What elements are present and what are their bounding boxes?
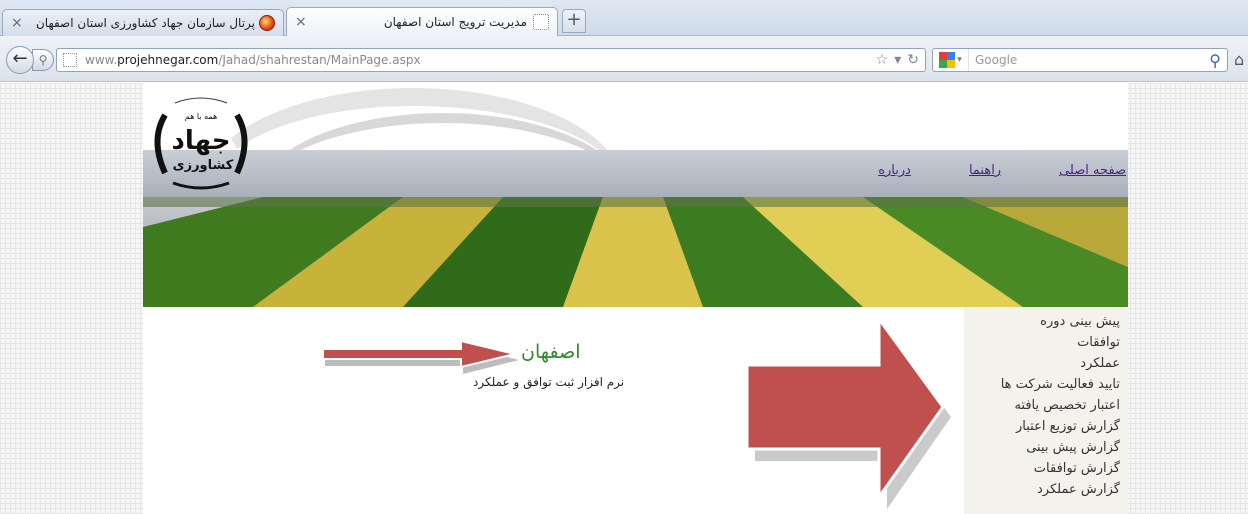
menu-help-link[interactable]: راهنما bbox=[969, 163, 1001, 178]
sidebar-item-allocated-credit[interactable]: اعتبار تخصیص یافته bbox=[964, 395, 1120, 416]
sidebar-item-period-forecast[interactable]: پیش بینی دوره bbox=[964, 311, 1120, 332]
menu-home-link[interactable]: صفحه اصلی bbox=[1059, 163, 1126, 178]
url-actions: ☆ ▾ ↻ bbox=[876, 52, 925, 68]
organization-title: اصفهان bbox=[521, 341, 581, 363]
sidebar-menu: پیش بینی دوره توافقات عملکرد تایید فعالی… bbox=[964, 307, 1128, 514]
arrow-left-icon: ← bbox=[12, 48, 28, 69]
reload-icon[interactable]: ↻ bbox=[907, 52, 919, 68]
close-icon[interactable]: × bbox=[295, 14, 307, 30]
bookmark-star-icon[interactable]: ☆ bbox=[876, 52, 889, 68]
right-arrow-large-icon bbox=[745, 314, 951, 509]
tab-extension-management[interactable]: مدیریت ترویج استان اصفهان × bbox=[286, 7, 558, 36]
portal-favicon-icon bbox=[259, 15, 275, 31]
page-viewport: همه با هم جهاد کشاورزی صفحه اصلی راهنما … bbox=[0, 83, 1248, 514]
url-bar[interactable]: www.projehnegar.com/Jahad/shahrestan/Mai… bbox=[56, 48, 926, 72]
url-path: /Jahad/shahrestan/MainPage.aspx bbox=[218, 53, 421, 67]
sidebar-item-agreements-report[interactable]: گزارش توافقات bbox=[964, 458, 1120, 479]
main-content: اصفهان نرم افزار ثبت توافق و عملکرد پیش … bbox=[143, 307, 1128, 514]
sidebar-item-agreements[interactable]: توافقات bbox=[964, 332, 1120, 353]
software-subtitle: نرم افزار ثبت توافق و عملکرد bbox=[473, 375, 625, 389]
site-identity-icon[interactable] bbox=[63, 53, 77, 67]
close-icon[interactable]: × bbox=[11, 15, 23, 31]
logo-main-text: جهاد bbox=[171, 126, 230, 156]
forward-button[interactable]: ⚲ bbox=[32, 49, 54, 71]
tab-title: پرتال سازمان جهاد کشاورزی استان اصفهان bbox=[35, 16, 255, 30]
sidebar-item-credit-distribution-report[interactable]: گزارش توزیع اعتبار bbox=[964, 416, 1120, 437]
new-tab-button[interactable]: + bbox=[562, 9, 586, 33]
site-container: همه با هم جهاد کشاورزی صفحه اصلی راهنما … bbox=[143, 83, 1128, 514]
back-button[interactable]: ← bbox=[6, 46, 34, 74]
sidebar-item-company-approval[interactable]: تایید فعالیت شرکت ها bbox=[964, 374, 1120, 395]
search-bar[interactable]: ▾ Google ⚲ bbox=[932, 48, 1228, 72]
tab-portal[interactable]: پرتال سازمان جهاد کشاورزی استان اصفهان × bbox=[2, 9, 284, 36]
url-prefix: www. bbox=[85, 53, 118, 67]
tab-bar: پرتال سازمان جهاد کشاورزی استان اصفهان ×… bbox=[0, 0, 1248, 36]
wheat-field-banner bbox=[143, 197, 1128, 307]
navigation-toolbar: ⚲ ← www.projehnegar.com/Jahad/shahrestan… bbox=[0, 36, 1248, 82]
menu-about-link[interactable]: درباره bbox=[878, 163, 911, 178]
sidebar-item-performance[interactable]: عملکرد bbox=[964, 353, 1120, 374]
google-icon bbox=[939, 52, 956, 68]
logo-sub-text: کشاورزی bbox=[173, 158, 234, 173]
url-text: www.projehnegar.com/Jahad/shahrestan/Mai… bbox=[85, 53, 421, 67]
logo-top-text: همه با هم bbox=[185, 112, 217, 121]
magnifier-icon[interactable]: ⚲ bbox=[1209, 51, 1227, 70]
chevron-down-icon: ▾ bbox=[957, 55, 962, 65]
home-icon[interactable]: ⌂ bbox=[1234, 50, 1244, 69]
site-header: همه با هم جهاد کشاورزی صفحه اصلی راهنما … bbox=[143, 83, 1128, 197]
history-dropdown-icon[interactable]: ▾ bbox=[894, 52, 901, 68]
right-arrow-small-icon bbox=[322, 339, 519, 374]
url-domain: projehnegar.com bbox=[117, 53, 219, 67]
tab-title: مدیریت ترویج استان اصفهان bbox=[383, 15, 527, 29]
key-icon: ⚲ bbox=[38, 53, 48, 67]
search-engine-selector[interactable]: ▾ bbox=[933, 49, 969, 71]
sidebar-item-performance-report[interactable]: گزارش عملکرد bbox=[964, 479, 1120, 500]
main-menu: صفحه اصلی راهنما درباره bbox=[878, 163, 1126, 178]
sidebar-item-forecast-report[interactable]: گزارش پیش بینی bbox=[964, 437, 1120, 458]
search-input[interactable]: Google bbox=[969, 53, 1209, 67]
jahad-keshavarzi-logo: همه با هم جهاد کشاورزی bbox=[154, 97, 248, 190]
blank-page-icon bbox=[533, 14, 549, 30]
